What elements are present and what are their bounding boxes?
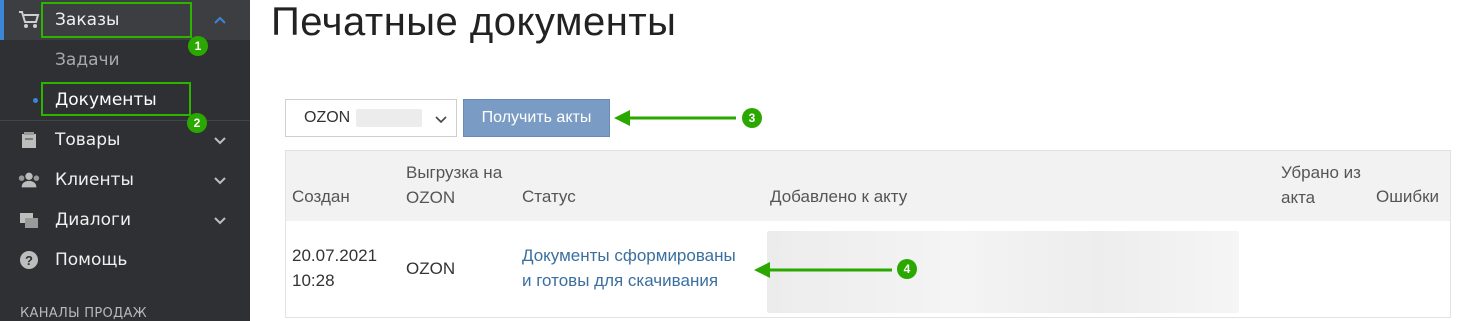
get-acts-button[interactable]: Получить акты: [463, 99, 610, 137]
chevron-down-icon: [435, 116, 447, 124]
sidebar-item-label: Клиенты: [55, 170, 134, 190]
highlight-box-documents: [41, 82, 191, 116]
chevron-up-icon[interactable]: [212, 12, 228, 28]
header-removed-line2: акта: [1281, 188, 1316, 207]
annotation-badge-4: 4: [897, 259, 917, 279]
sidebar-item-clients[interactable]: Клиенты: [0, 160, 250, 200]
box-icon: [17, 128, 41, 152]
header-export-line1: Выгрузка на: [406, 163, 503, 182]
annotation-arrow-4: [754, 262, 892, 278]
annotation-badge-2: 2: [187, 113, 207, 133]
cell-created-date: 20.07.2021: [292, 246, 378, 265]
annotation-badge-3: 3: [742, 108, 762, 128]
header-created: Создан: [292, 187, 350, 206]
highlight-box-orders: [41, 2, 192, 38]
status-link-line2[interactable]: и готовы для скачивания: [522, 268, 718, 293]
sidebar-item-label: Помощь: [55, 250, 128, 270]
help-icon: ?: [17, 248, 41, 272]
annotation-badge-1: 1: [188, 36, 208, 56]
acts-table: Создан Выгрузка на OZON Статус Добавлено…: [285, 150, 1451, 318]
sidebar: Заказы Задачи Документы Товары Клиенты Д…: [0, 0, 250, 321]
svg-text:?: ?: [25, 253, 33, 268]
chevron-down-icon[interactable]: [212, 172, 228, 188]
sidebar-item-tasks[interactable]: Задачи: [0, 40, 250, 80]
cell-export: OZON: [406, 259, 456, 278]
redacted-account: [356, 109, 423, 127]
marketplace-select[interactable]: OZON: [285, 99, 457, 137]
annotation-arrow-3: [614, 110, 736, 126]
cell-created-time: 10:28: [292, 271, 335, 290]
sales-channels-heading: КАНАЛЫ ПРОДАЖ: [20, 306, 147, 321]
sidebar-item-help[interactable]: ? Помощь: [0, 240, 250, 280]
table-header: Создан Выгрузка на OZON Статус Добавлено…: [286, 151, 1450, 221]
sidebar-item-products[interactable]: Товары: [0, 120, 250, 160]
sidebar-item-dialogs[interactable]: Диалоги: [0, 200, 250, 240]
sidebar-item-label: Товары: [55, 130, 121, 150]
chevron-down-icon[interactable]: [212, 212, 228, 228]
active-bullet: [33, 98, 38, 103]
page-title: Печатные документы: [271, 0, 677, 44]
header-removed-line1: Убрано из: [1281, 163, 1361, 182]
sidebar-item-label: Задачи: [55, 50, 120, 70]
header-added: Добавлено к акту: [770, 187, 908, 206]
chevron-down-icon[interactable]: [212, 132, 228, 148]
header-status: Статус: [522, 187, 576, 206]
cart-icon: [17, 8, 41, 32]
users-icon: [17, 168, 41, 192]
header-errors: Ошибки: [1376, 187, 1440, 206]
select-value: OZON: [304, 109, 351, 126]
sidebar-item-label: Диалоги: [55, 210, 131, 230]
status-link-line1[interactable]: Документы сформированы: [522, 243, 736, 268]
chat-icon: [17, 208, 41, 232]
header-export-line2: OZON: [406, 188, 456, 207]
